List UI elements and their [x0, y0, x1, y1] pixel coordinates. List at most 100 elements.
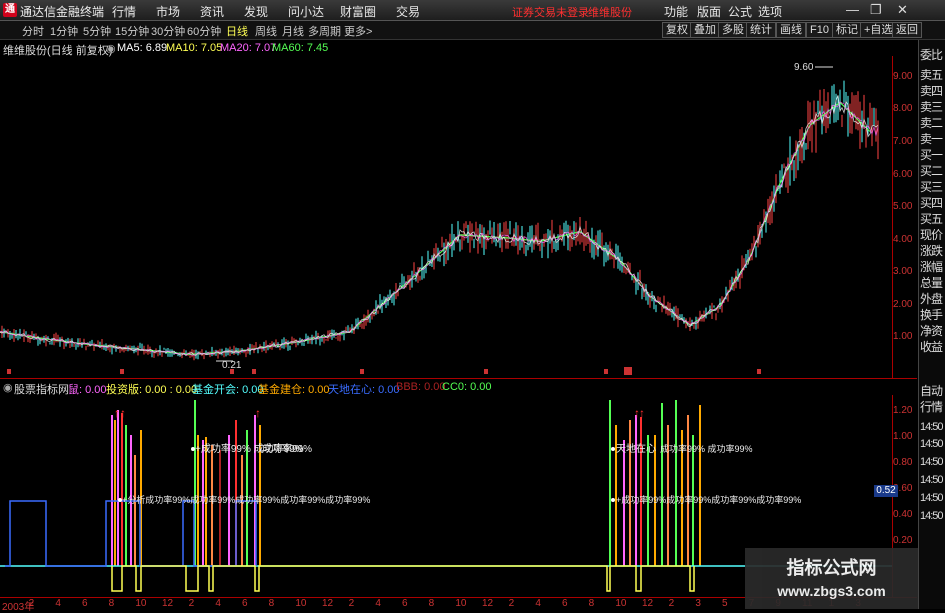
- menu-formula[interactable]: 公式: [728, 3, 752, 20]
- indicator-bars: [111, 400, 701, 566]
- period-1min[interactable]: 1分钟: [50, 23, 78, 39]
- side-panel-item: 买三: [920, 180, 943, 194]
- price-tick: 2.00: [893, 299, 913, 310]
- side-panel-item: 14:50: [920, 438, 944, 450]
- f10-button[interactable]: F10: [806, 22, 833, 38]
- minimize-icon[interactable]: —: [846, 2, 859, 17]
- side-panel-item: 现价: [920, 228, 943, 242]
- ma5-label: MA5: 6.89: [117, 42, 168, 54]
- side-panel-item: 买五: [920, 212, 943, 226]
- price-tick: 7.00: [893, 136, 913, 147]
- side-panel-item: 买二: [920, 164, 943, 178]
- menu-ask[interactable]: 问小达: [288, 3, 324, 20]
- period-more[interactable]: 更多>: [344, 23, 372, 39]
- current-value-badge: 0.52: [874, 485, 898, 497]
- stock-tag: 维维股份: [588, 7, 632, 19]
- back-button[interactable]: 返回: [892, 22, 922, 38]
- x-tick-label: 10: [135, 598, 147, 609]
- side-panel-item: 14:50: [920, 456, 944, 468]
- price-chart[interactable]: 9.60 0.21: [0, 56, 893, 378]
- period-60min[interactable]: 60分钟: [187, 23, 221, 39]
- indicator-tick: 0.20: [893, 535, 913, 546]
- side-panel-item: 涨幅: [920, 260, 943, 274]
- mark-button[interactable]: 标记: [832, 22, 862, 38]
- side-panel-item[interactable]: 行情: [920, 398, 945, 415]
- menu-discover[interactable]: 发现: [244, 3, 268, 20]
- ma20-line: [0, 101, 879, 356]
- side-panel-item: 净资: [920, 324, 943, 338]
- menu-market[interactable]: 市场: [156, 3, 180, 20]
- adjust-button[interactable]: 复权: [662, 22, 692, 38]
- x-tick-label: 10: [295, 598, 307, 609]
- side-panel-item: 14:50: [920, 421, 944, 433]
- multi-stock-button[interactable]: 多股: [718, 22, 748, 38]
- period-15min[interactable]: 15分钟: [115, 23, 149, 39]
- event-markers: [7, 367, 761, 375]
- annotation-success: 成功率99%: [262, 442, 312, 455]
- x-tick-label: 12: [322, 598, 334, 609]
- app-title: 通达信金融终端: [20, 5, 105, 19]
- indicator-tick: 1.00: [893, 431, 913, 442]
- menu-layout[interactable]: 版面: [697, 3, 721, 20]
- svg-text:↑: ↑: [120, 406, 126, 420]
- price-tick: 1.00: [893, 331, 913, 342]
- stats-button[interactable]: 统计: [746, 22, 776, 38]
- x-tick-label: 8: [588, 598, 595, 609]
- side-panel-item: 涨跌: [920, 244, 943, 258]
- ma20-label: MA20: 7.07: [220, 42, 277, 54]
- menu-trade[interactable]: 交易: [396, 3, 420, 20]
- menu-options[interactable]: 选项: [758, 3, 782, 20]
- x-tick-label: 12: [162, 598, 174, 609]
- x-tick-label: 8: [428, 598, 435, 609]
- period-daily[interactable]: 日线: [226, 23, 248, 39]
- menu-wealth[interactable]: 财富圈: [340, 3, 376, 20]
- side-panel-item: 委比: [920, 48, 943, 62]
- watermark-url: www.zbgs3.com: [777, 583, 886, 599]
- settings-icon[interactable]: ◉: [106, 42, 116, 55]
- indicator-tick: 1.20: [893, 405, 913, 416]
- period-weekly[interactable]: 周线: [255, 23, 277, 39]
- side-panel-item: 卖三: [920, 100, 943, 114]
- side-panel-item: 外盘: [920, 292, 943, 306]
- watermark-title: 指标公式网: [786, 558, 877, 578]
- side-panel-item: 收益: [920, 340, 943, 354]
- x-tick-label: 2: [348, 598, 355, 609]
- price-tick: 5.00: [893, 201, 913, 212]
- side-panel-item[interactable]: 自动: [920, 382, 945, 399]
- x-tick-label: 6: [562, 598, 568, 609]
- side-panel-item: 买一: [920, 148, 943, 162]
- x-tick-label: 8: [268, 598, 275, 609]
- side-panel-item: 卖四: [920, 84, 943, 98]
- restore-icon[interactable]: ❐: [870, 2, 882, 18]
- ma60-label: MA60: 7.45: [272, 42, 329, 54]
- menu-quotes[interactable]: 行情: [112, 3, 136, 20]
- period-30min[interactable]: 30分钟: [151, 23, 185, 39]
- quote-side-panel: 委比 卖五 卖四 卖三 卖二 卖一 买一 买二 买三 买四 买五 现价 涨跌 涨幅 总量 外盘 换手 净资 收益 自动…: [918, 40, 945, 609]
- x-tick-label: 4: [55, 598, 61, 609]
- high-marker: 9.60: [794, 62, 814, 73]
- period-monthly[interactable]: 月线: [282, 23, 304, 39]
- login-notice[interactable]: 证券交易未登录: [512, 4, 589, 20]
- close-icon[interactable]: ✕: [897, 2, 908, 18]
- period-5min[interactable]: 5分钟: [83, 23, 111, 39]
- price-tick: 8.00: [893, 103, 913, 114]
- period-multi[interactable]: 多周期: [308, 23, 341, 39]
- ma5-line: [0, 95, 879, 357]
- x-tick-label: 2: [508, 598, 515, 609]
- svg-text:←: ←: [258, 444, 268, 455]
- price-tick: 4.00: [893, 234, 913, 245]
- draw-line-button[interactable]: 画线: [776, 22, 806, 38]
- panel-divider: [0, 378, 917, 379]
- add-watchlist-button[interactable]: +自选: [860, 22, 897, 38]
- x-tick-label: 10: [455, 598, 467, 609]
- menu-news[interactable]: 资讯: [200, 3, 224, 20]
- menu-function[interactable]: 功能: [664, 3, 688, 20]
- period-intraday[interactable]: 分时: [22, 23, 44, 39]
- annotation-left: 天地在心: [616, 442, 656, 455]
- settings-icon[interactable]: ◉: [3, 381, 13, 394]
- x-tick-label: 8: [108, 598, 115, 609]
- indicator-item: CC0: 0.00: [442, 381, 492, 393]
- overlay-button[interactable]: 叠加: [690, 22, 720, 38]
- price-tick: 6.00: [893, 169, 913, 180]
- x-tick-label: 4: [215, 598, 221, 609]
